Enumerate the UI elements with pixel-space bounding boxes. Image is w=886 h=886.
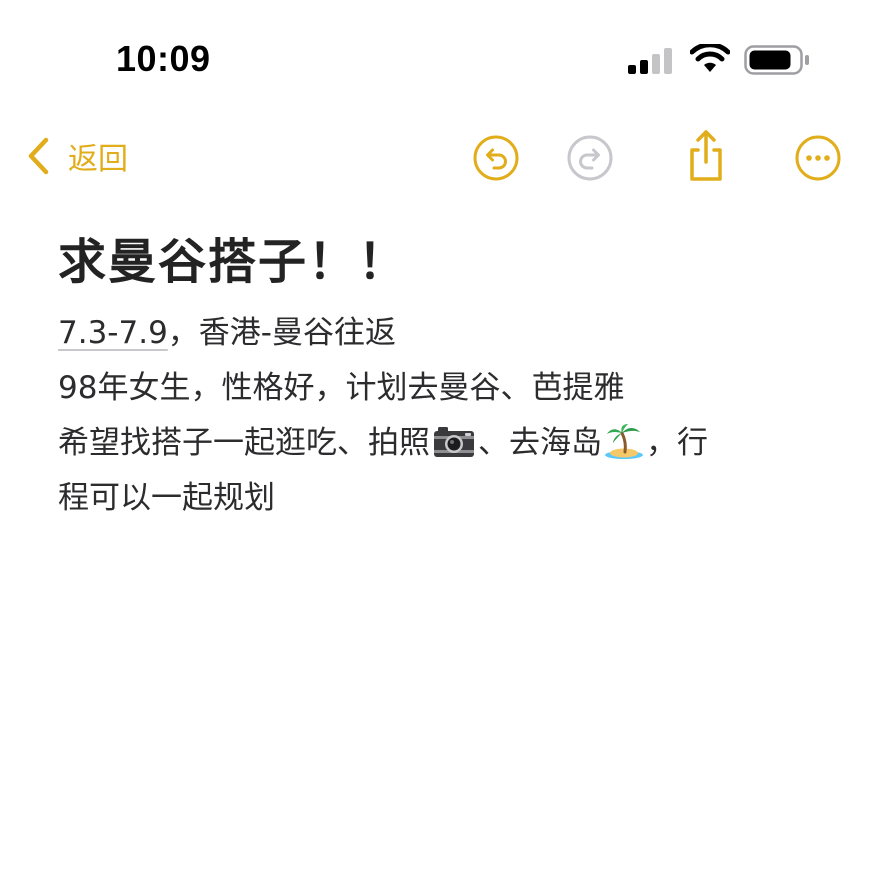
back-button[interactable]: 返回 <box>26 134 128 178</box>
undo-button[interactable] <box>472 134 520 182</box>
redo-button[interactable] <box>566 134 614 182</box>
desert-island-icon <box>604 423 644 459</box>
line3-text-a: 希望找搭子一起逛吃、拍照 <box>58 425 430 461</box>
note-title[interactable]: 求曼谷搭子！！ <box>58 222 408 292</box>
date-range-link[interactable]: 7.3-7.9 <box>58 315 168 351</box>
more-icon <box>795 135 841 181</box>
note-line-4: 程可以一起规划 <box>58 480 275 516</box>
wifi-icon <box>690 44 730 72</box>
status-time: 10:09 <box>116 38 211 79</box>
undo-icon <box>473 135 519 181</box>
share-icon <box>690 130 722 181</box>
notes-screen: 10:09 返回 求曼谷搭子！！ 7.3-7.9，香港-曼谷往返 98年女生，性… <box>0 0 886 886</box>
note-body[interactable]: 7.3-7.9，香港-曼谷往返 98年女生，性格好，计划去曼谷、芭提雅 希望找搭… <box>58 306 818 526</box>
route-text: ，香港-曼谷往返 <box>167 315 396 351</box>
back-label: 返回 <box>68 142 128 177</box>
chevron-left-icon <box>28 137 49 175</box>
camera-icon <box>432 425 476 459</box>
more-button[interactable] <box>794 134 842 182</box>
redo-icon <box>567 135 613 181</box>
cellular-signal-icon <box>628 48 672 74</box>
note-line-2: 98年女生，性格好，计划去曼谷、芭提雅 <box>58 370 625 406</box>
line3-text-c: ，行 <box>646 425 708 461</box>
line3-text-b: 、去海岛 <box>478 425 602 461</box>
share-button[interactable] <box>682 128 730 184</box>
note-line-3: 希望找搭子一起逛吃、拍照 、去海岛 ，行 <box>58 416 818 471</box>
battery-icon <box>744 45 809 75</box>
note-line-1: 7.3-7.9，香港-曼谷往返 <box>58 306 818 361</box>
